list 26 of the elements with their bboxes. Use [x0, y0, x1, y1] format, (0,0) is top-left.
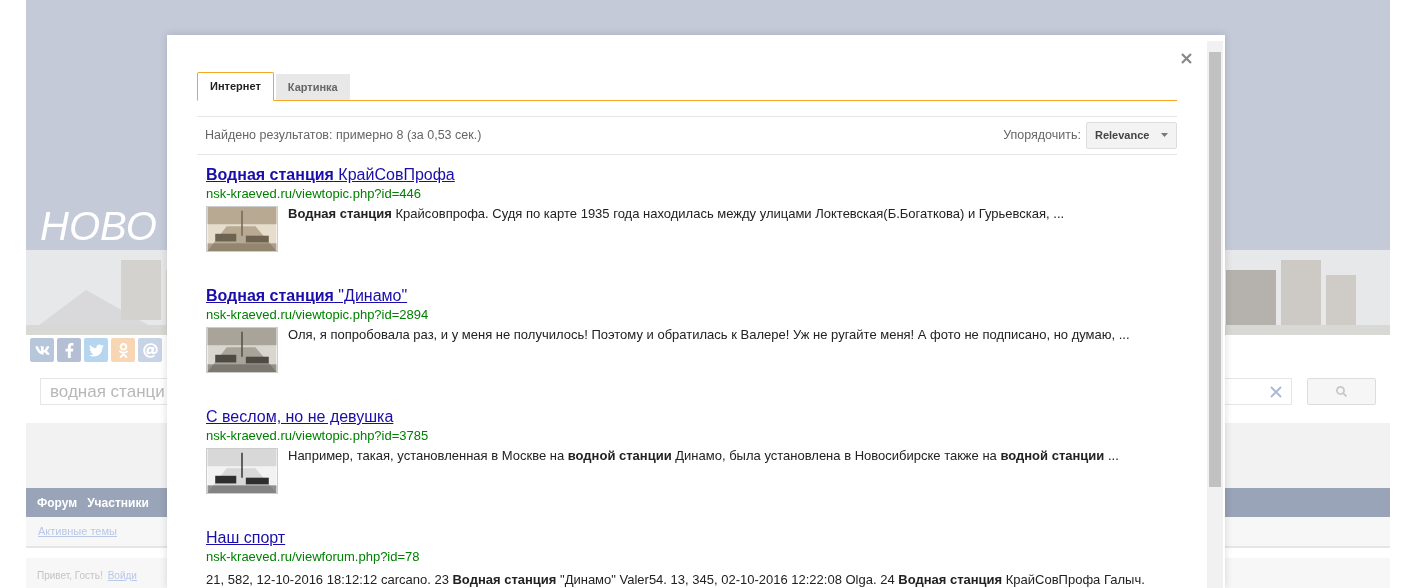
- result-title-link[interactable]: Наш спорт: [206, 528, 286, 548]
- vk-icon[interactable]: [30, 338, 54, 362]
- site-logo: НОВО: [40, 206, 157, 246]
- result-url: nsk-kraeved.ru/viewforum.php?id=78: [206, 548, 421, 566]
- result-snippet: Например, такая, установленная в Москве на водной станции Динамо, была установлена в Новосибирске также на водной станции ...: [288, 448, 1119, 465]
- sort-label: Упорядочить:: [1003, 127, 1081, 145]
- result-title-link[interactable]: С веслом, но не девушка: [206, 407, 394, 427]
- at-icon[interactable]: [138, 338, 162, 362]
- tab[interactable]: Картинка: [275, 73, 350, 100]
- scrollbar-thumb[interactable]: [1209, 52, 1221, 487]
- tab[interactable]: Интернет: [197, 71, 274, 101]
- result-count: Найдено результатов: примерно 8 (за 0,53 сек.): [204, 127, 482, 145]
- result-snippet: Водная станция Крайсовпрофа. Судя по карте 1935 года находилась между улицами Локтевская(Б.Богаткова) и Гурьевская, ...: [288, 206, 1065, 223]
- odnoklassniki-icon[interactable]: [111, 338, 135, 362]
- result-snippet: 21, 582, 12-10-2016 18:12:12 carcano. 23 Водная станция "Динамо" Valer54. 13, 345, 02-10-2016 12:22:08 Olga. 24 Водная станция КрайСовПрофа Галыч.: [206, 572, 1146, 588]
- search-button[interactable]: [1307, 378, 1376, 405]
- sort-dropdown[interactable]: Relevance: [1086, 121, 1177, 149]
- close-icon[interactable]: [1181, 53, 1192, 64]
- search-icon: [1336, 386, 1347, 397]
- facebook-icon[interactable]: [57, 338, 81, 362]
- result-title-link[interactable]: Водная станция КрайСовПрофа: [206, 165, 455, 185]
- twitter-icon[interactable]: [84, 338, 108, 362]
- result-url: nsk-kraeved.ru/viewtopic.php?id=3785: [206, 427, 430, 445]
- clear-icon[interactable]: [1270, 385, 1282, 398]
- result-url: nsk-kraeved.ru/viewtopic.php?id=446: [206, 185, 422, 203]
- caret-icon: [1161, 133, 1168, 138]
